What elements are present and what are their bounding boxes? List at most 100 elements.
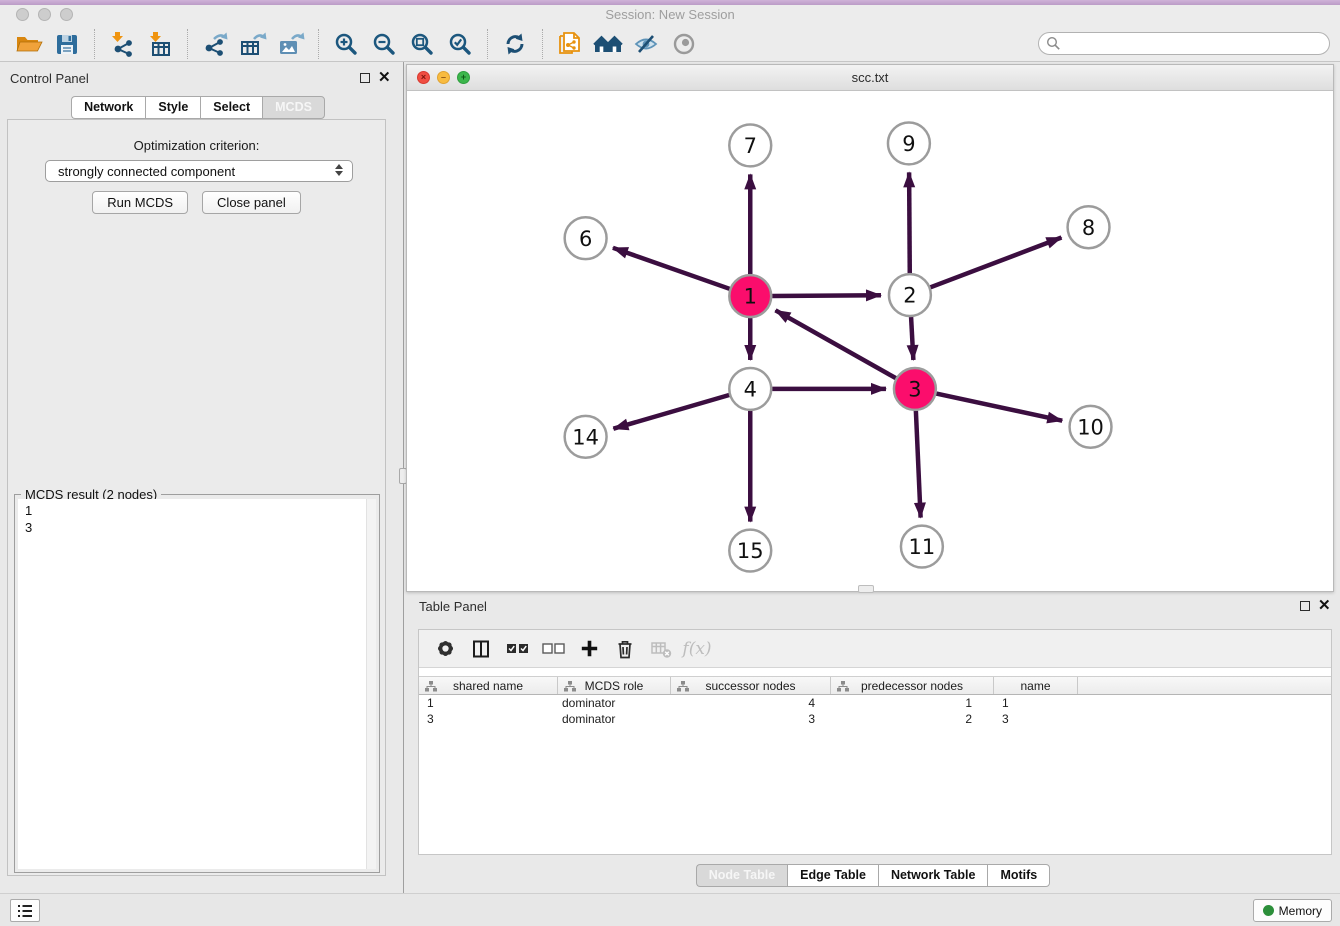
tab-network[interactable]: Network bbox=[71, 96, 145, 119]
deselect-all-button[interactable] bbox=[535, 634, 571, 664]
zoom-in-button[interactable] bbox=[327, 28, 365, 60]
app-titlebar: Session: New Session bbox=[0, 5, 1340, 26]
cell-predecessor-nodes[interactable]: 2 bbox=[831, 711, 994, 727]
table-row[interactable]: 1 dominator 4 1 1 bbox=[419, 695, 1331, 711]
column-header-shared-name[interactable]: shared name bbox=[419, 677, 558, 694]
graph-edge-2-9[interactable] bbox=[909, 172, 910, 273]
cell-successor-nodes[interactable]: 4 bbox=[671, 695, 831, 711]
tab-node-table[interactable]: Node Table bbox=[696, 864, 787, 887]
open-session-button[interactable] bbox=[10, 28, 48, 60]
run-mcds-button[interactable]: Run MCDS bbox=[92, 191, 188, 214]
cell-mcds-role[interactable]: dominator bbox=[558, 711, 671, 727]
show-columns-button[interactable] bbox=[463, 634, 499, 664]
mcds-result-area[interactable]: 1 3 bbox=[18, 499, 376, 869]
select-all-button[interactable] bbox=[499, 634, 535, 664]
attribute-icon bbox=[564, 681, 576, 692]
cell-shared-name[interactable]: 3 bbox=[419, 711, 558, 727]
graph-edge-3-11[interactable] bbox=[916, 411, 921, 518]
delete-row-button[interactable] bbox=[607, 634, 643, 664]
close-table-panel-icon[interactable]: ✕ bbox=[1318, 601, 1331, 611]
network-window: × – + scc.txt 7968124314101511 bbox=[406, 64, 1334, 592]
cell-predecessor-nodes[interactable]: 1 bbox=[831, 695, 994, 711]
checked-boxes-icon bbox=[506, 642, 529, 655]
tab-mcds[interactable]: MCDS bbox=[262, 96, 325, 119]
tab-edge-table[interactable]: Edge Table bbox=[787, 864, 878, 887]
attribute-icon bbox=[837, 681, 849, 692]
table-gap bbox=[419, 668, 1331, 676]
task-list-icon bbox=[16, 903, 34, 919]
import-table-button[interactable] bbox=[141, 28, 179, 60]
home-button[interactable] bbox=[589, 28, 627, 60]
control-panel-title: Control Panel bbox=[10, 71, 89, 86]
function-builder-button[interactable]: f(x) bbox=[679, 634, 715, 664]
delete-column-button[interactable] bbox=[643, 634, 679, 664]
import-table-icon bbox=[146, 31, 174, 57]
search-input[interactable] bbox=[1038, 32, 1330, 55]
memory-status-icon bbox=[1263, 905, 1274, 916]
hide-selected-button[interactable] bbox=[627, 28, 665, 60]
tab-motifs[interactable]: Motifs bbox=[987, 864, 1050, 887]
add-column-button[interactable] bbox=[571, 634, 607, 664]
column-header-successor-nodes[interactable]: successor nodes bbox=[671, 677, 831, 694]
zoom-fit-icon bbox=[410, 32, 434, 56]
network-window-titlebar[interactable]: × – + scc.txt bbox=[407, 65, 1333, 91]
unchecked-boxes-icon bbox=[542, 642, 565, 655]
table-settings-button[interactable] bbox=[427, 634, 463, 664]
export-network-button[interactable] bbox=[196, 28, 234, 60]
result-scrollbar[interactable] bbox=[366, 499, 376, 869]
float-panel-icon[interactable] bbox=[360, 73, 370, 83]
graph-edge-3-10[interactable] bbox=[936, 394, 1062, 421]
toolbar-separator bbox=[94, 29, 95, 59]
task-list-button[interactable] bbox=[10, 899, 40, 922]
graph-edge-2-8[interactable] bbox=[930, 238, 1061, 288]
column-label: predecessor nodes bbox=[861, 679, 963, 693]
cell-name[interactable]: 1 bbox=[994, 695, 1078, 711]
close-panel-button[interactable]: Close panel bbox=[202, 191, 301, 214]
column-header-predecessor-nodes[interactable]: predecessor nodes bbox=[831, 677, 994, 694]
import-network-button[interactable] bbox=[103, 28, 141, 60]
graph-edge-1-6[interactable] bbox=[613, 248, 730, 289]
gear-icon bbox=[435, 638, 456, 659]
cell-name[interactable]: 3 bbox=[994, 711, 1078, 727]
column-label: shared name bbox=[453, 679, 523, 693]
graph-edge-1-2[interactable] bbox=[772, 295, 881, 296]
export-table-icon bbox=[239, 31, 267, 57]
graph-edge-4-14[interactable] bbox=[613, 395, 729, 429]
horizontal-splitter-handle[interactable] bbox=[858, 585, 874, 593]
toolbar-separator bbox=[487, 29, 488, 59]
column-label: successor nodes bbox=[705, 679, 795, 693]
cell-mcds-role[interactable]: dominator bbox=[558, 695, 671, 711]
graph-edge-3-1[interactable] bbox=[775, 310, 895, 378]
network-graph[interactable]: 7968124314101511 bbox=[407, 91, 1333, 591]
tab-select[interactable]: Select bbox=[200, 96, 262, 119]
column-header-mcds-role[interactable]: MCDS role bbox=[558, 677, 671, 694]
table-row[interactable]: 3 dominator 3 2 3 bbox=[419, 711, 1331, 727]
memory-button[interactable]: Memory bbox=[1253, 899, 1332, 922]
open-folder-icon bbox=[15, 32, 43, 56]
columns-icon bbox=[471, 639, 491, 659]
export-image-button[interactable] bbox=[272, 28, 310, 60]
graph-edge-2-3[interactable] bbox=[911, 317, 913, 360]
float-table-panel-icon[interactable] bbox=[1300, 601, 1310, 611]
close-panel-icon[interactable]: ✕ bbox=[378, 73, 391, 83]
network-file-icon bbox=[557, 31, 583, 57]
cell-successor-nodes[interactable]: 3 bbox=[671, 711, 831, 727]
table-header-row: shared name MCDS role successor nodes bbox=[419, 676, 1331, 695]
export-table-button[interactable] bbox=[234, 28, 272, 60]
criterion-select[interactable]: strongly connected component bbox=[45, 160, 353, 182]
select-stepper-icon bbox=[335, 164, 343, 176]
column-header-name[interactable]: name bbox=[994, 677, 1078, 694]
show-selected-button[interactable] bbox=[665, 28, 703, 60]
zoom-selected-button[interactable] bbox=[441, 28, 479, 60]
tab-style[interactable]: Style bbox=[145, 96, 200, 119]
refresh-button[interactable] bbox=[496, 28, 534, 60]
network-canvas[interactable]: 7968124314101511 bbox=[407, 91, 1333, 591]
tab-network-table[interactable]: Network Table bbox=[878, 864, 988, 887]
control-panel-tabs: Network Style Select MCDS bbox=[0, 96, 396, 119]
zoom-fit-button[interactable] bbox=[403, 28, 441, 60]
save-session-button[interactable] bbox=[48, 28, 86, 60]
graph-node-label-3: 3 bbox=[908, 377, 921, 401]
network-overview-button[interactable] bbox=[551, 28, 589, 60]
zoom-out-button[interactable] bbox=[365, 28, 403, 60]
cell-shared-name[interactable]: 1 bbox=[419, 695, 558, 711]
